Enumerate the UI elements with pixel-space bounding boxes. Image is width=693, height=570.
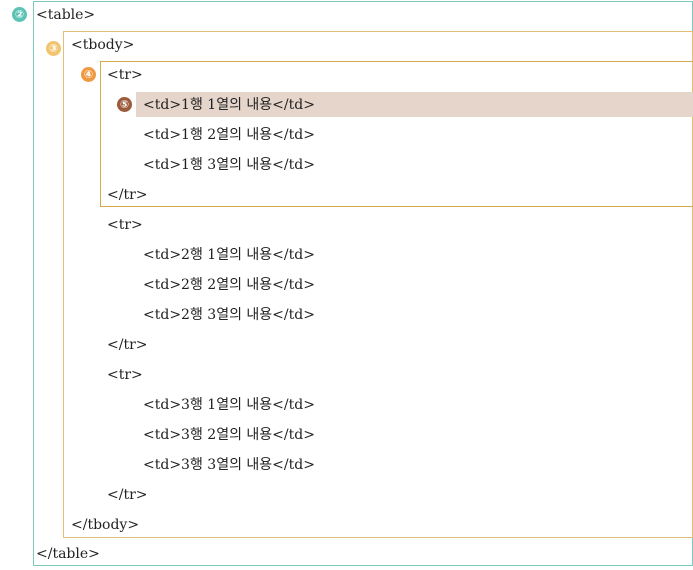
marker-3: ③ bbox=[46, 41, 61, 56]
tr-close-tag: </tr> bbox=[107, 337, 148, 353]
tr-open-tag: <tr> bbox=[107, 217, 143, 233]
td-line: <td>1행 3열의 내용</td> bbox=[143, 157, 315, 173]
td-line: <td>1행 2열의 내용</td> bbox=[143, 127, 315, 143]
td-line: <td>2행 1열의 내용</td> bbox=[143, 247, 315, 263]
table-open-tag: <table> bbox=[36, 7, 96, 23]
td-line: <td>3행 3열의 내용</td> bbox=[143, 457, 315, 473]
marker-5: ⑤ bbox=[117, 97, 132, 112]
td-line: <td>2행 3열의 내용</td> bbox=[143, 307, 315, 323]
tr-open-tag: <tr> bbox=[107, 67, 143, 83]
tr-open-tag: <tr> bbox=[107, 367, 143, 383]
tbody-close-tag: </tbody> bbox=[71, 517, 140, 533]
tr-close-tag: </tr> bbox=[107, 187, 148, 203]
td-line: <td>3행 2열의 내용</td> bbox=[143, 427, 315, 443]
marker-4: ④ bbox=[81, 67, 96, 82]
td-line: <td>2행 2열의 내용</td> bbox=[143, 277, 315, 293]
td-line: <td>1행 1열의 내용</td> bbox=[143, 97, 315, 113]
table-close-tag: </table> bbox=[36, 546, 100, 562]
marker-2: ② bbox=[12, 7, 27, 22]
tr-close-tag: </tr> bbox=[107, 487, 148, 503]
tbody-open-tag: <tbody> bbox=[71, 37, 135, 53]
td-line: <td>3행 1열의 내용</td> bbox=[143, 397, 315, 413]
